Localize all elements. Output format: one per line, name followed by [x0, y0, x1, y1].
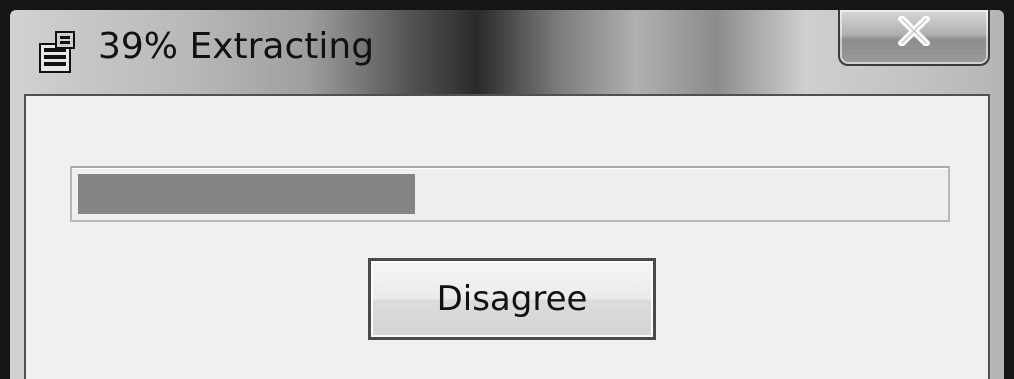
window-frame: 39% Extracting Disagree: [0, 0, 1014, 379]
progress-bar-fill: [78, 174, 415, 214]
disagree-button[interactable]: Disagree: [368, 258, 656, 340]
close-button[interactable]: [838, 10, 990, 66]
window-title: 39% Extracting: [98, 26, 375, 67]
close-x-icon: [897, 14, 931, 48]
dialog-content: Disagree: [24, 94, 990, 379]
extraction-progress-bar: [70, 166, 950, 222]
installer-package-icon: [38, 30, 78, 74]
title-bar[interactable]: 39% Extracting: [10, 10, 1004, 94]
extract-dialog: 39% Extracting Disagree: [10, 10, 1004, 379]
